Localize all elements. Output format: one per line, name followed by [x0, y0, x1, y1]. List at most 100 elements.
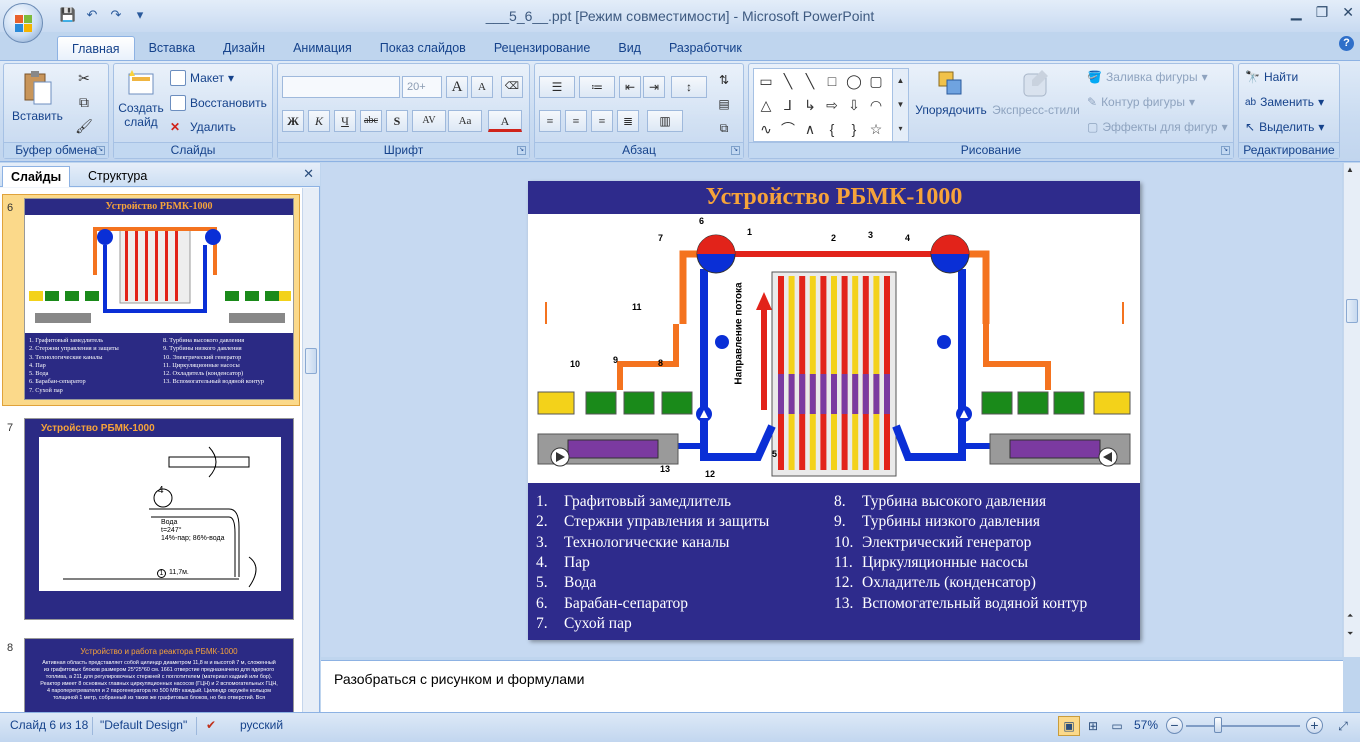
textbox-shape-icon[interactable]: ▭: [756, 71, 776, 91]
minimize-button[interactable]: ▁: [1291, 4, 1302, 21]
clear-format-button[interactable]: ⌫: [501, 76, 523, 98]
shape-effects-button[interactable]: ▢ Эффекты для фигур ▾: [1087, 120, 1228, 134]
scroll-thumb[interactable]: [305, 348, 317, 374]
smartart-icon[interactable]: ⧉: [713, 118, 735, 140]
cut-icon[interactable]: ✂: [74, 68, 94, 88]
brace-right-shape-icon[interactable]: }: [844, 119, 864, 139]
char-spacing-button[interactable]: AV: [412, 110, 446, 132]
text-direction-icon[interactable]: ⇅: [713, 70, 735, 92]
shape-fill-button[interactable]: 🪣 Заливка фигуры ▾: [1087, 70, 1208, 84]
slide-title[interactable]: Устройство РБМК-1000: [528, 184, 1140, 211]
right-arrow-shape-icon[interactable]: ⇨: [822, 95, 842, 115]
theme-name[interactable]: "Default Design": [100, 718, 187, 732]
restore-button[interactable]: ❐: [1316, 4, 1329, 21]
zoom-slider-thumb[interactable]: [1214, 717, 1222, 733]
arrange-button[interactable]: Упорядочить: [915, 68, 987, 142]
elbow-shape-icon[interactable]: ⅃: [778, 95, 798, 115]
decrease-indent-button[interactable]: ⇤: [619, 76, 641, 98]
next-slide-icon[interactable]: ⏷: [1347, 629, 1353, 639]
select-button[interactable]: ↖ Выделить ▾: [1245, 120, 1324, 134]
find-button[interactable]: 🔭 Найти: [1245, 70, 1298, 84]
freeform-shape-icon[interactable]: ∿: [756, 119, 776, 139]
office-button[interactable]: [3, 3, 43, 43]
spellcheck-icon[interactable]: ✔: [206, 718, 216, 732]
font-family-combo[interactable]: [282, 76, 400, 98]
notes-pane[interactable]: Разобраться с рисунком и формулами: [321, 660, 1343, 712]
align-left-button[interactable]: ≡: [539, 110, 561, 132]
rect-shape-icon[interactable]: □: [822, 71, 842, 91]
drawing-launcher-icon[interactable]: ↘: [1221, 146, 1230, 155]
change-case-button[interactable]: Aa: [448, 110, 482, 132]
bold-button[interactable]: Ж: [282, 110, 304, 132]
line2-shape-icon[interactable]: ╲: [800, 71, 820, 91]
arc-shape-icon[interactable]: ⌒: [778, 119, 798, 139]
quick-styles-button[interactable]: Экспресс-стили: [991, 68, 1081, 142]
language-indicator[interactable]: русский: [240, 718, 283, 732]
tab-home[interactable]: Главная: [57, 36, 135, 60]
scroll-thumb[interactable]: [1346, 299, 1358, 323]
zoom-level[interactable]: 57%: [1134, 718, 1158, 732]
shrink-font-button[interactable]: A: [471, 76, 493, 98]
slide-scrollbar[interactable]: ▲ ⏶ ⏷: [1343, 163, 1360, 657]
columns-button[interactable]: ▥: [647, 110, 683, 132]
slideshow-button[interactable]: ▭: [1106, 716, 1128, 736]
slide-sorter-button[interactable]: ⊞: [1082, 716, 1104, 736]
grow-font-button[interactable]: A: [446, 76, 468, 98]
notes-text[interactable]: Разобраться с рисунком и формулами: [334, 671, 585, 687]
brace-left-shape-icon[interactable]: {: [822, 119, 842, 139]
paste-button[interactable]: Вставить: [12, 68, 63, 142]
zoom-out-button[interactable]: −: [1166, 717, 1183, 734]
normal-view-button[interactable]: ▣: [1058, 716, 1080, 736]
elbow-arrow-shape-icon[interactable]: ↳: [800, 95, 820, 115]
close-pane-icon[interactable]: ✕: [303, 166, 314, 182]
strikethrough-button[interactable]: abc: [360, 110, 382, 132]
gallery-scroll[interactable]: ▲ ▼ ▾: [892, 69, 908, 141]
curve-shape-icon[interactable]: ◠: [866, 95, 886, 115]
tab-insert[interactable]: Вставка: [135, 36, 209, 60]
numbering-button[interactable]: ≔: [579, 76, 615, 98]
star-shape-icon[interactable]: ☆: [866, 119, 886, 139]
tab-design[interactable]: Дизайн: [209, 36, 279, 60]
zoom-slider[interactable]: [1186, 725, 1300, 727]
close-button[interactable]: ✕: [1342, 4, 1354, 21]
align-center-button[interactable]: ≡: [565, 110, 587, 132]
reactor-diagram[interactable]: [528, 214, 1140, 483]
thumb-slide-6[interactable]: Устройство РБМК-1000 1. Графитовый замед…: [24, 198, 294, 400]
replace-button[interactable]: ab Заменить ▾: [1245, 95, 1324, 109]
down-arrow-shape-icon[interactable]: ⇩: [844, 95, 864, 115]
thumb-slide-8[interactable]: Устройство и работа реактора РБМК-1000 А…: [24, 638, 294, 712]
layout-button[interactable]: Макет ▾: [170, 70, 234, 86]
line-spacing-button[interactable]: ↕: [671, 76, 707, 98]
tab-animation[interactable]: Анимация: [279, 36, 366, 60]
help-icon[interactable]: ?: [1339, 36, 1354, 51]
oval-shape-icon[interactable]: ◯: [844, 71, 864, 91]
clipboard-launcher-icon[interactable]: ↘: [96, 146, 105, 155]
scroll-up-icon[interactable]: ▲: [1346, 165, 1354, 174]
current-slide[interactable]: Устройство РБМК-1000 Направление потока …: [528, 181, 1140, 640]
bullets-button[interactable]: ☰: [539, 76, 575, 98]
font-color-button[interactable]: A: [488, 110, 522, 132]
format-painter-icon[interactable]: 🖌: [74, 116, 94, 136]
italic-button[interactable]: К: [308, 110, 330, 132]
shape-outline-button[interactable]: ✎ Контур фигуры ▾: [1087, 95, 1195, 109]
tab-developer[interactable]: Разработчик: [655, 36, 756, 60]
reset-button[interactable]: Восстановить: [170, 95, 267, 111]
underline-button[interactable]: Ч: [334, 110, 356, 132]
roundrect-shape-icon[interactable]: ▢: [866, 71, 886, 91]
align-text-icon[interactable]: ▤: [713, 94, 735, 116]
tab-outline[interactable]: Структура: [80, 166, 155, 187]
thumbnails-scrollbar[interactable]: [302, 188, 319, 712]
thumb-slide-7[interactable]: Устройство РБМК-1000 4 Вода t=247° 14%-п…: [24, 418, 294, 620]
tab-review[interactable]: Рецензирование: [480, 36, 605, 60]
tab-slides[interactable]: Слайды: [2, 166, 71, 187]
zoom-in-button[interactable]: +: [1306, 717, 1323, 734]
shapes-gallery[interactable]: ▭ ╲ ╲ □ ◯ ▢ △ ⅃ ↳ ⇨ ⇩ ◠ ∿ ⌒ ∧ { } ☆ ▲ ▼ ▾: [753, 68, 909, 142]
copy-icon[interactable]: ⧉: [74, 92, 94, 112]
prev-slide-icon[interactable]: ⏶: [1347, 611, 1353, 621]
delete-slide-button[interactable]: ✕ Удалить: [170, 120, 236, 134]
new-slide-button[interactable]: Создать слайд: [117, 68, 165, 142]
paragraph-launcher-icon[interactable]: ↘: [731, 146, 740, 155]
tab-view[interactable]: Вид: [604, 36, 655, 60]
line-shape-icon[interactable]: ╲: [778, 71, 798, 91]
tab-slideshow[interactable]: Показ слайдов: [366, 36, 480, 60]
